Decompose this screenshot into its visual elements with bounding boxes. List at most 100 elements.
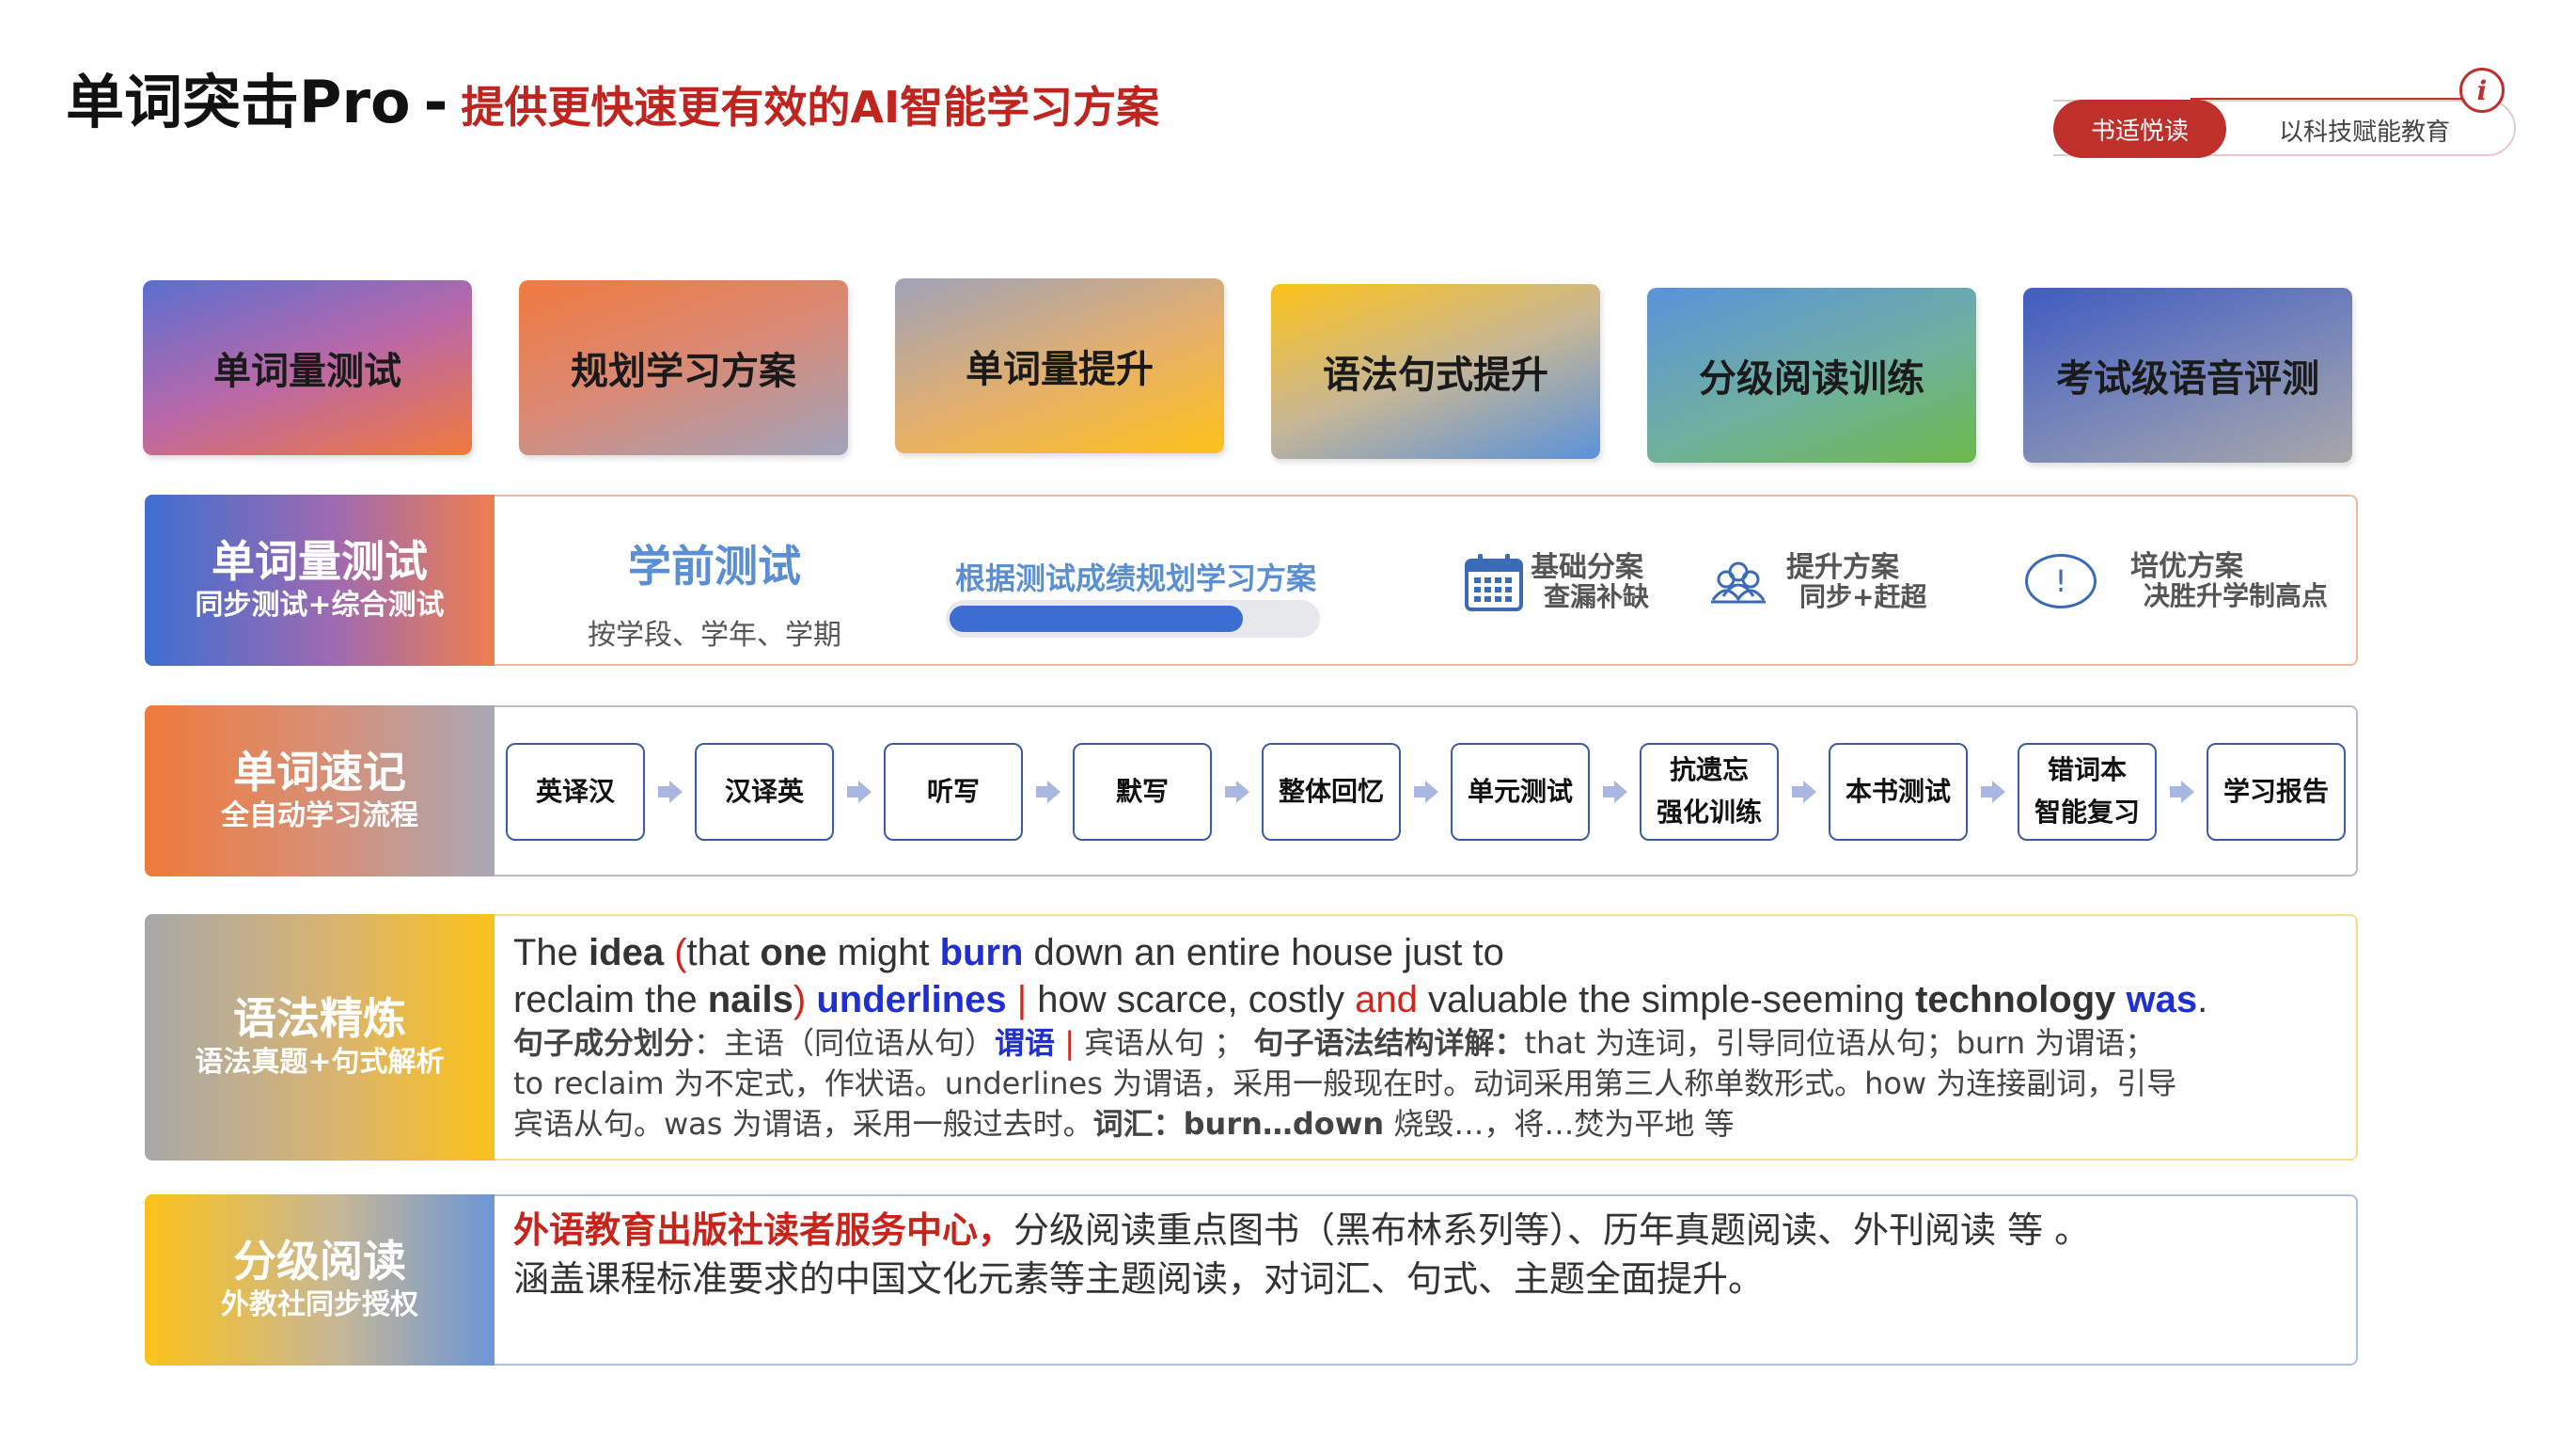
grammar-segment: that: [686, 932, 761, 973]
grammar-segment: [1055, 1025, 1064, 1061]
reading-line-2: 涵盖课程标准要求的中国文化元素等主题阅读，对词汇、句式、主题全面提升。: [513, 1258, 1765, 1300]
card-vocab-test[interactable]: 单词量测试: [143, 280, 472, 455]
vocab-test-subtitle: 同步测试+综合测试: [195, 588, 445, 622]
card-speech-eval[interactable]: 考试级语音评测: [2023, 288, 2352, 463]
grammar-segment: reclaim the: [513, 979, 708, 1020]
grammar-segment: 词汇：burn…down: [1092, 1106, 1385, 1142]
flow-step[interactable]: 单元测试: [1451, 743, 1590, 841]
page-title: 单词突击Pro - 提供更快速更有效的AI智能学习方案: [66, 55, 1159, 136]
card-graded-reading[interactable]: 分级阅读训练: [1647, 288, 1976, 463]
grammar-segment: 句子成分划分: [513, 1025, 695, 1061]
grammar-title: 语法精炼: [233, 993, 406, 1045]
flow-step[interactable]: 本书测试: [1829, 743, 1968, 841]
grammar-segment: .: [2197, 979, 2208, 1020]
analysis-line-3: 宾语从句。was 为谓语，采用一般过去时。词汇：burn…down 烧毁…，将……: [513, 1104, 2337, 1145]
card-vocab-boost[interactable]: 单词量提升: [895, 278, 1224, 453]
plan-excellence-desc: 决胜升学制高点: [2144, 580, 2329, 611]
grammar-segment: [1007, 979, 1017, 1020]
reading-line-1-text: 分级阅读重点图书（黑布林系列等）、历年真题阅读、外刊阅读 等 。: [1013, 1209, 2091, 1251]
analysis-line-2: to reclaim 为不定式，作状语。underlines 为谓语，采用一般现…: [513, 1064, 2337, 1104]
card-grammar-boost[interactable]: 语法句式提升: [1271, 284, 1600, 459]
title-dash: -: [423, 68, 448, 136]
grammar-segment: that 为连词，引导同位语从句；burn 为谓语；: [1524, 1025, 2156, 1061]
grammar-segment: nails: [707, 979, 793, 1020]
grammar-segment: ): [793, 979, 807, 1020]
flow-step[interactable]: 整体回忆: [1262, 743, 1401, 841]
flow-step[interactable]: 英译汉: [506, 743, 645, 841]
flow-step[interactable]: 学习报告: [2207, 743, 2346, 841]
title-subtitle: 提供更快速更有效的AI智能学习方案: [461, 82, 1160, 133]
grammar-segment: was: [2126, 979, 2198, 1020]
grammar-segment: 烧毁…，将…焚为平地 等: [1384, 1106, 1735, 1142]
grammar-segment: valuable the simple-seeming: [1417, 979, 1916, 1020]
plan-excellence: ! 培优方案 决胜升学制高点: [2025, 551, 2328, 611]
flow-step[interactable]: 抗遗忘 强化训练: [1640, 743, 1779, 841]
grammar-segment: |: [1016, 979, 1028, 1020]
grammar-segment: 宾语从句 ；: [1075, 1025, 1254, 1061]
card-study-plan[interactable]: 规划学习方案: [519, 280, 848, 455]
alert-icon: !: [2025, 553, 2097, 608]
grammar-segment: might: [826, 932, 940, 973]
plan-progress-fill: [950, 606, 1243, 632]
vocab-test-label: 单词量测试 同步测试+综合测试: [145, 495, 495, 666]
grammar-segment: to reclaim 为不定式，作状语。underlines 为谓语，采用一般现…: [513, 1066, 2177, 1101]
info-icon[interactable]: i: [2459, 68, 2505, 113]
flow-arrow-icon: [834, 778, 884, 806]
flow-step[interactable]: 错词本 智能复习: [2018, 743, 2157, 841]
plan-advance-name: 提升方案: [1786, 551, 1899, 585]
grammar-segment: underlines: [816, 979, 1007, 1020]
pre-test-subtitle: 按学段、学年、学期: [588, 619, 841, 652]
flow-arrow-icon: [1212, 778, 1262, 806]
flow-arrow-icon: [1590, 778, 1640, 806]
flow-arrow-icon: [1779, 778, 1829, 806]
grammar-segment: one: [760, 932, 827, 973]
flow-step[interactable]: 默写: [1073, 743, 1212, 841]
brand-badge: 书适悦读 以科技赋能教育: [2053, 100, 2516, 158]
plan-basic: 基础分案 查漏补缺: [1463, 551, 1649, 613]
grammar-segment: [806, 979, 816, 1020]
calendar-icon: [1465, 554, 1523, 611]
plan-advance-desc: 同步+赶超: [1799, 581, 1927, 613]
vocab-test-title: 单词量测试: [212, 536, 428, 588]
grammar-segment: burn: [939, 932, 1024, 973]
flow-arrow-icon: [1968, 778, 2018, 806]
pre-test-title: 学前测试: [628, 541, 801, 592]
grammar-segment: 谓语: [995, 1025, 1056, 1061]
flow-arrow-icon: [645, 778, 695, 806]
grammar-segment: idea: [589, 932, 665, 973]
brand-name: 书适悦读: [2053, 100, 2226, 158]
flow-arrow-icon: [1023, 778, 1073, 806]
flow-arrow-icon: [1401, 778, 1451, 806]
grammar-segment: technology: [1915, 979, 2116, 1020]
brand-slogan: 以科技赋能教育: [2279, 118, 2451, 147]
example-sentence-line-2: reclaim the nails) underlines | how scar…: [513, 976, 2337, 1023]
plan-progress-bar: [946, 600, 1320, 638]
grammar-segment: ：主语（同位语从句）: [694, 1025, 996, 1061]
analysis-line-1: 句子成分划分：主语（同位语从句）谓语 | 宾语从句 ； 句子语法结构详解：tha…: [513, 1023, 2337, 1064]
plan-basic-name: 基础分案: [1531, 551, 1643, 585]
plan-basic-desc: 查漏补缺: [1544, 581, 1650, 613]
grammar-label: 语法精炼 语法真题+句式解析: [145, 914, 495, 1161]
grammar-example: The idea (that one might burn down an en…: [513, 929, 2337, 1145]
flow-step[interactable]: 汉译英: [695, 743, 834, 841]
title-main: 单词突击Pro: [66, 68, 411, 136]
example-sentence-line-1: The idea (that one might burn down an en…: [513, 929, 2337, 976]
grammar-segment: [664, 932, 674, 973]
flow-arrow-icon: [2157, 778, 2207, 806]
reading-label: 分级阅读 外教社同步授权: [145, 1194, 495, 1366]
grammar-segment: and: [1355, 979, 1418, 1020]
grammar-segment: down an entire house just to: [1023, 932, 1504, 973]
flow-step[interactable]: 听写: [884, 743, 1023, 841]
grammar-subtitle: 语法真题+句式解析: [195, 1045, 445, 1079]
word-memory-subtitle: 全自动学习流程: [221, 798, 418, 832]
grammar-segment: |: [1064, 1025, 1075, 1061]
reading-highlight: 外语教育出版社读者服务中心，: [513, 1209, 1014, 1251]
grammar-segment: (: [674, 932, 687, 973]
plan-label: 根据测试成绩规划学习方案: [955, 561, 1317, 596]
plan-excellence-name: 培优方案: [2130, 550, 2243, 583]
pre-test: 学前测试 按学段、学年、学期: [573, 532, 856, 653]
learning-flow: 英译汉 汉译英 听写 默写 整体回忆 单元测试 抗遗忘 强化训练 本书测试 错词本 智能复习 学习…: [506, 743, 2346, 841]
reading-description: 外语教育出版社读者服务中心，分级阅读重点图书（黑布林系列等）、历年真题阅读、外刊…: [513, 1206, 2337, 1303]
grammar-segment: how scarce, costly: [1027, 979, 1356, 1020]
reading-title: 分级阅读: [233, 1236, 406, 1287]
